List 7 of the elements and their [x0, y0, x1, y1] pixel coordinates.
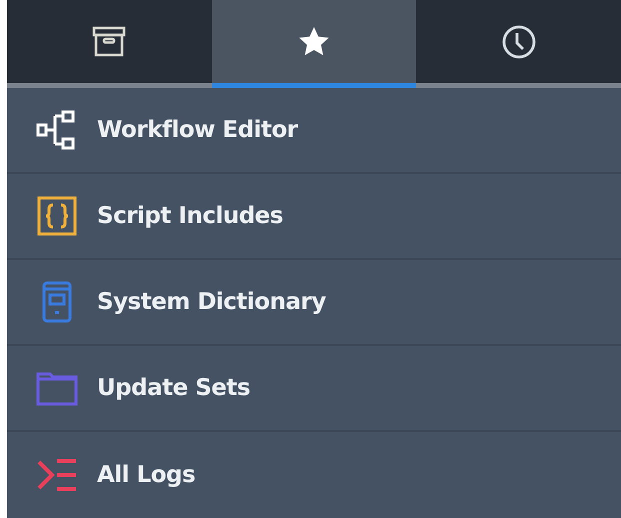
clock-icon [500, 24, 537, 60]
tab[interactable] [212, 0, 416, 88]
menu-item[interactable]: System Dictionary [7, 260, 621, 346]
menu-item[interactable]: Script Includes [7, 174, 621, 260]
menu-item[interactable]: Update Sets [7, 346, 621, 432]
menu-item[interactable]: Workflow Editor [7, 88, 621, 174]
menu-item[interactable]: All Logs [7, 432, 621, 518]
